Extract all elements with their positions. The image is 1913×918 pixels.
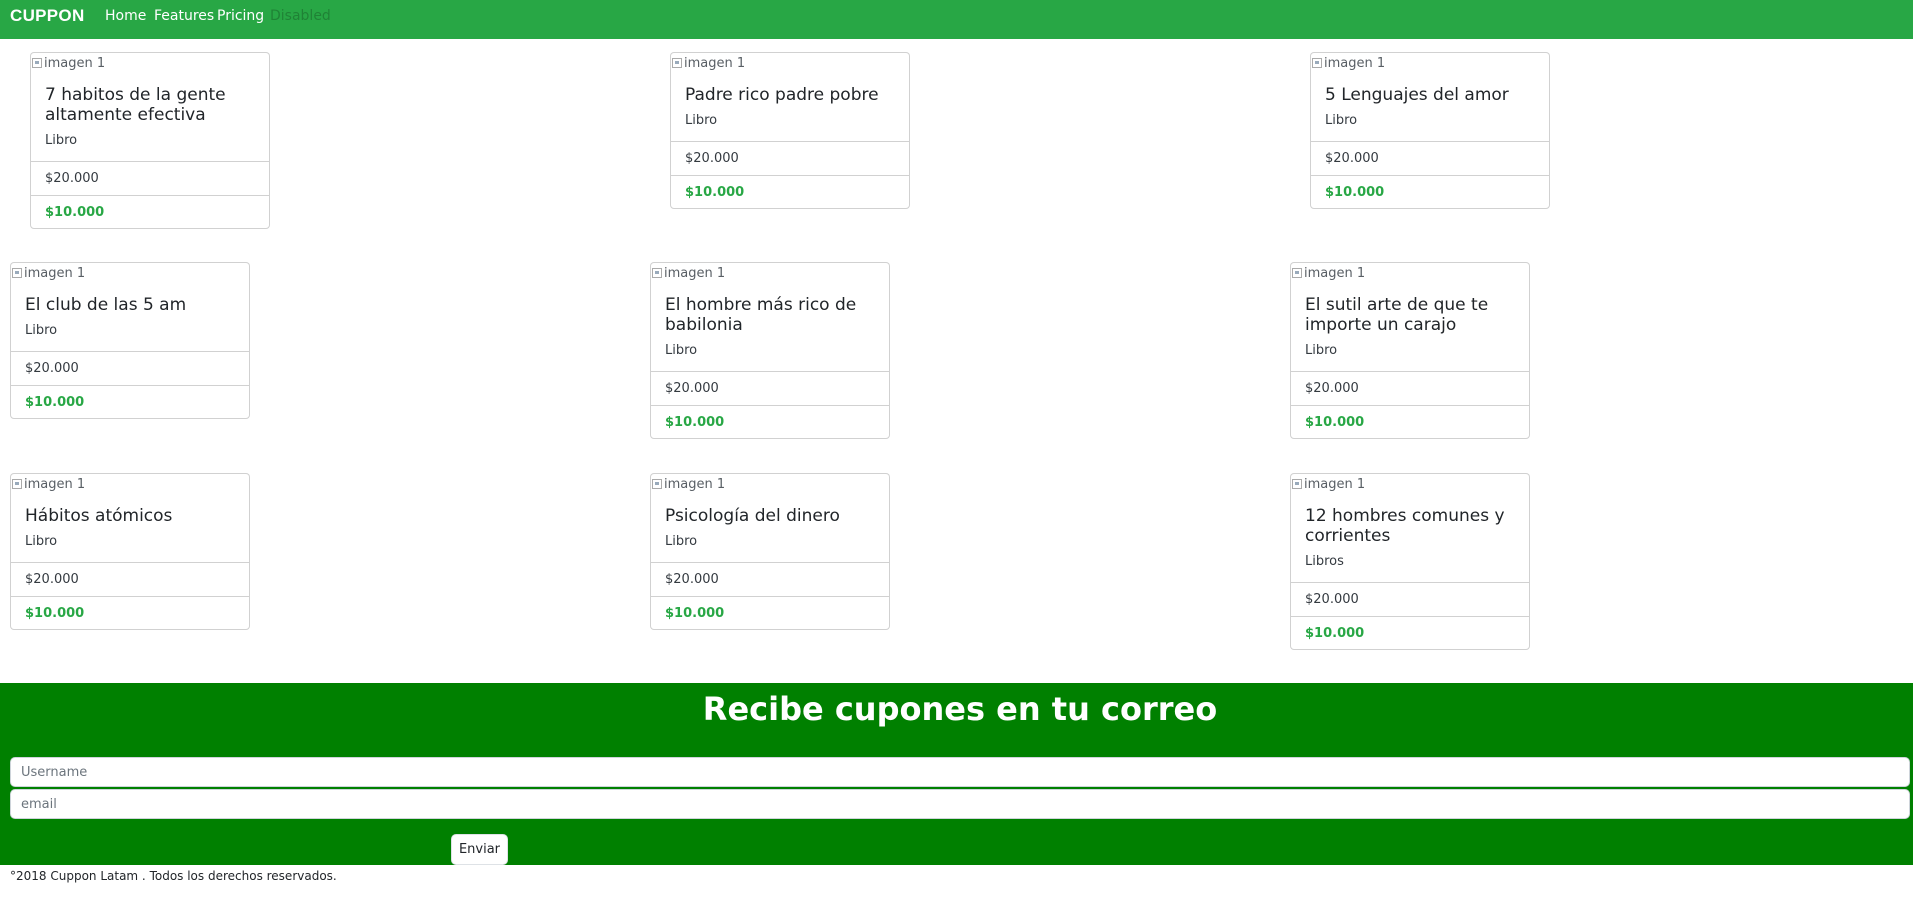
broken-image-icon	[652, 479, 662, 489]
broken-image-icon	[1292, 268, 1302, 278]
image-alt-text: imagen 1	[684, 55, 746, 71]
product-title: 7 habitos de la gente altamente efectiva	[45, 85, 226, 125]
old-price: $20.000	[11, 562, 249, 596]
image-alt-text: imagen 1	[24, 265, 86, 281]
product-image: imagen 1	[651, 263, 889, 283]
old-price: $20.000	[651, 371, 889, 405]
new-price: $10.000	[1291, 616, 1529, 649]
image-alt-text: imagen 1	[1304, 265, 1366, 281]
product-image: imagen 1	[1311, 53, 1549, 73]
product-title: 12 hombres comunes y corrientes	[1305, 506, 1505, 546]
product-card: imagen 1 7 habitos de la gente altamente…	[30, 52, 270, 229]
product-category: Libro	[665, 534, 698, 549]
nav-link-pricing[interactable]: Pricing	[217, 8, 264, 24]
product-card: imagen 1 12 hombres comunes y corrientes…	[1290, 473, 1530, 650]
product-card: imagen 1 El sutil arte de que te importe…	[1290, 262, 1530, 439]
new-price: $10.000	[1311, 175, 1549, 208]
new-price: $10.000	[1291, 405, 1529, 438]
product-image: imagen 1	[31, 53, 269, 73]
send-button[interactable]: Enviar	[451, 834, 508, 865]
broken-image-icon	[672, 58, 682, 68]
new-price: $10.000	[31, 195, 269, 228]
footer-copyright: °2018 Cuppon Latam . Todos los derechos …	[10, 869, 337, 883]
old-price: $20.000	[1291, 582, 1529, 616]
product-title: Hábitos atómicos	[25, 506, 173, 526]
product-title: 5 Lenguajes del amor	[1325, 85, 1509, 105]
product-title: El hombre más rico de babilonia	[665, 295, 857, 335]
product-category: Libro	[1325, 113, 1358, 128]
brand-logo[interactable]: CUPPON	[10, 6, 85, 26]
old-price: $20.000	[11, 351, 249, 385]
product-category: Libro	[665, 343, 698, 358]
product-category: Libro	[45, 133, 78, 148]
product-category: Libros	[1305, 554, 1344, 569]
product-title: Psicología del dinero	[665, 506, 840, 526]
old-price: $20.000	[1291, 371, 1529, 405]
old-price: $20.000	[31, 161, 269, 195]
nav-link-home[interactable]: Home	[105, 8, 146, 24]
image-alt-text: imagen 1	[664, 476, 726, 492]
broken-image-icon	[1312, 58, 1322, 68]
subscribe-section: Recibe cupones en tu correo Enviar	[0, 683, 1913, 865]
old-price: $20.000	[1311, 141, 1549, 175]
product-image: imagen 1	[1291, 474, 1529, 494]
new-price: $10.000	[651, 596, 889, 629]
broken-image-icon	[652, 268, 662, 278]
broken-image-icon	[1292, 479, 1302, 489]
username-input[interactable]	[10, 757, 1910, 787]
subscribe-title: Recibe cupones en tu correo	[702, 690, 1218, 728]
image-alt-text: imagen 1	[24, 476, 86, 492]
product-image: imagen 1	[11, 263, 249, 283]
email-input[interactable]	[10, 789, 1910, 819]
image-alt-text: imagen 1	[44, 55, 106, 71]
product-title: Padre rico padre pobre	[685, 85, 879, 105]
product-card: imagen 1 El hombre más rico de babilonia…	[650, 262, 890, 439]
product-image: imagen 1	[1291, 263, 1529, 283]
product-category: Libro	[685, 113, 718, 128]
product-card: imagen 1 Padre rico padre pobre Libro $2…	[670, 52, 910, 209]
product-image: imagen 1	[11, 474, 249, 494]
new-price: $10.000	[651, 405, 889, 438]
old-price: $20.000	[671, 141, 909, 175]
broken-image-icon	[32, 58, 42, 68]
product-title: El sutil arte de que te importe un caraj…	[1305, 295, 1489, 335]
product-category: Libro	[25, 323, 58, 338]
navbar: CUPPON Home Features Pricing Disabled	[0, 0, 1913, 39]
product-image: imagen 1	[671, 53, 909, 73]
product-card: imagen 1 Hábitos atómicos Libro $20.000 …	[10, 473, 250, 630]
broken-image-icon	[12, 268, 22, 278]
product-title: El club de las 5 am	[25, 295, 187, 315]
product-category: Libro	[1305, 343, 1338, 358]
nav-link-disabled: Disabled	[270, 8, 331, 24]
broken-image-icon	[12, 479, 22, 489]
image-alt-text: imagen 1	[1304, 476, 1366, 492]
old-price: $20.000	[651, 562, 889, 596]
nav-link-features[interactable]: Features	[154, 8, 214, 24]
image-alt-text: imagen 1	[1324, 55, 1386, 71]
product-image: imagen 1	[651, 474, 889, 494]
new-price: $10.000	[11, 596, 249, 629]
image-alt-text: imagen 1	[664, 265, 726, 281]
product-card: imagen 1 El club de las 5 am Libro $20.0…	[10, 262, 250, 419]
product-card: imagen 1 Psicología del dinero Libro $20…	[650, 473, 890, 630]
product-card: imagen 1 5 Lenguajes del amor Libro $20.…	[1310, 52, 1550, 209]
product-category: Libro	[25, 534, 58, 549]
new-price: $10.000	[671, 175, 909, 208]
new-price: $10.000	[11, 385, 249, 418]
